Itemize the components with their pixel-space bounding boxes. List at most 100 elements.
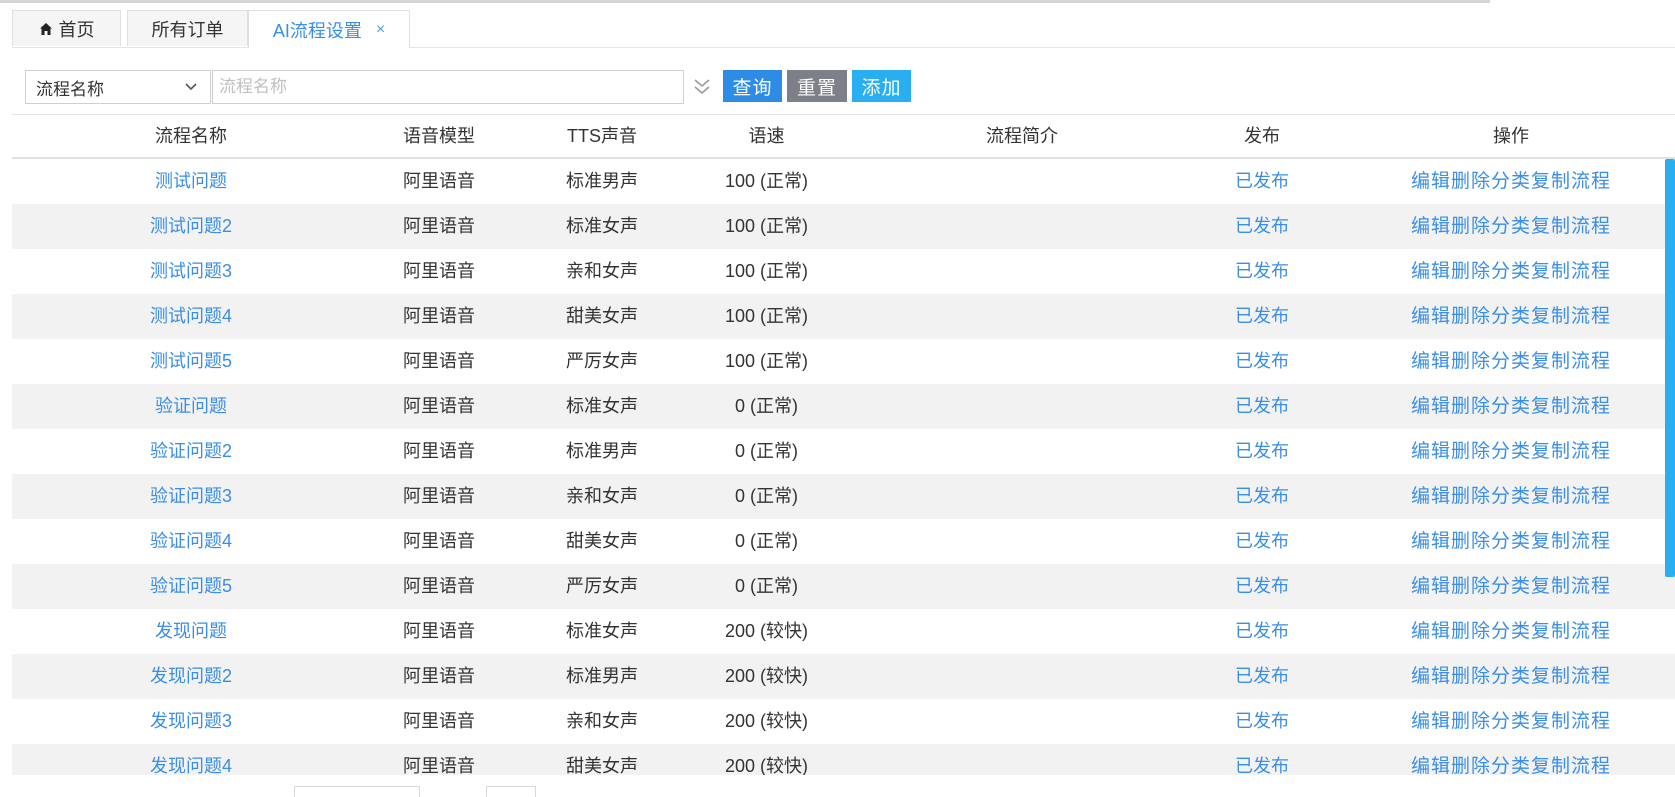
copy-flow-link[interactable]: 复制流程 bbox=[1531, 756, 1611, 775]
publish-status-link[interactable]: 已发布 bbox=[1157, 564, 1367, 609]
category-link[interactable]: 分类 bbox=[1491, 666, 1531, 687]
category-link[interactable]: 分类 bbox=[1491, 306, 1531, 327]
delete-link[interactable]: 删除 bbox=[1451, 171, 1491, 192]
column-header-speed[interactable]: 语速 bbox=[674, 115, 859, 157]
delete-link[interactable]: 删除 bbox=[1451, 666, 1491, 687]
category-link[interactable]: 分类 bbox=[1491, 351, 1531, 372]
copy-flow-link[interactable]: 复制流程 bbox=[1531, 666, 1611, 687]
copy-flow-link[interactable]: 复制流程 bbox=[1531, 531, 1611, 552]
copy-flow-link[interactable]: 复制流程 bbox=[1531, 171, 1611, 192]
copy-flow-link[interactable]: 复制流程 bbox=[1531, 261, 1611, 282]
query-button[interactable]: 查询 bbox=[723, 70, 782, 102]
edit-link[interactable]: 编辑 bbox=[1411, 486, 1451, 507]
category-link[interactable]: 分类 bbox=[1491, 531, 1531, 552]
edit-link[interactable]: 编辑 bbox=[1411, 576, 1451, 597]
delete-link[interactable]: 删除 bbox=[1451, 441, 1491, 462]
edit-link[interactable]: 编辑 bbox=[1411, 756, 1451, 775]
publish-status-link[interactable]: 已发布 bbox=[1157, 519, 1367, 564]
flow-name-link[interactable]: 测试问题3 bbox=[42, 249, 340, 294]
flow-name-link[interactable]: 验证问题4 bbox=[42, 519, 340, 564]
copy-flow-link[interactable]: 复制流程 bbox=[1531, 711, 1611, 732]
publish-status-link[interactable]: 已发布 bbox=[1157, 474, 1367, 519]
publish-status-link[interactable]: 已发布 bbox=[1157, 339, 1367, 384]
column-header-tts[interactable]: TTS声音 bbox=[512, 115, 692, 157]
vertical-scrollbar[interactable] bbox=[1665, 159, 1675, 577]
copy-flow-link[interactable]: 复制流程 bbox=[1531, 576, 1611, 597]
delete-link[interactable]: 删除 bbox=[1451, 531, 1491, 552]
publish-status-link[interactable]: 已发布 bbox=[1157, 204, 1367, 249]
delete-link[interactable]: 删除 bbox=[1451, 621, 1491, 642]
flow-name-link[interactable]: 发现问题4 bbox=[42, 744, 340, 775]
publish-status-link[interactable]: 已发布 bbox=[1157, 699, 1367, 744]
copy-flow-link[interactable]: 复制流程 bbox=[1531, 396, 1611, 417]
publish-status-link[interactable]: 已发布 bbox=[1157, 609, 1367, 654]
category-link[interactable]: 分类 bbox=[1491, 711, 1531, 732]
flow-name-link[interactable]: 测试问题4 bbox=[42, 294, 340, 339]
edit-link[interactable]: 编辑 bbox=[1411, 351, 1451, 372]
flow-name-link[interactable]: 验证问题3 bbox=[42, 474, 340, 519]
flow-name-link[interactable]: 发现问题 bbox=[42, 609, 340, 654]
close-icon[interactable]: × bbox=[376, 21, 385, 39]
page-size-select[interactable] bbox=[294, 786, 420, 797]
page-jump-input[interactable] bbox=[486, 786, 536, 797]
flow-name-link[interactable]: 测试问题 bbox=[42, 159, 340, 204]
flow-name-link[interactable]: 验证问题5 bbox=[42, 564, 340, 609]
copy-flow-link[interactable]: 复制流程 bbox=[1531, 621, 1611, 642]
delete-link[interactable]: 删除 bbox=[1451, 576, 1491, 597]
search-field-select[interactable]: 流程名称 bbox=[25, 70, 211, 104]
flow-name-link[interactable]: 发现问题2 bbox=[42, 654, 340, 699]
double-chevron-down-icon[interactable] bbox=[692, 74, 712, 100]
search-input[interactable] bbox=[212, 70, 684, 104]
publish-status-link[interactable]: 已发布 bbox=[1157, 294, 1367, 339]
copy-flow-link[interactable]: 复制流程 bbox=[1531, 486, 1611, 507]
publish-status-link[interactable]: 已发布 bbox=[1157, 159, 1367, 204]
publish-status-link[interactable]: 已发布 bbox=[1157, 744, 1367, 775]
edit-link[interactable]: 编辑 bbox=[1411, 171, 1451, 192]
publish-status-link[interactable]: 已发布 bbox=[1157, 384, 1367, 429]
copy-flow-link[interactable]: 复制流程 bbox=[1531, 441, 1611, 462]
delete-link[interactable]: 删除 bbox=[1451, 351, 1491, 372]
tab-all-orders[interactable]: 所有订单 bbox=[127, 10, 248, 46]
category-link[interactable]: 分类 bbox=[1491, 576, 1531, 597]
flow-name-link[interactable]: 发现问题3 bbox=[42, 699, 340, 744]
tab-home[interactable]: 首页 bbox=[12, 10, 121, 46]
category-link[interactable]: 分类 bbox=[1491, 441, 1531, 462]
delete-link[interactable]: 删除 bbox=[1451, 756, 1491, 775]
edit-link[interactable]: 编辑 bbox=[1411, 666, 1451, 687]
delete-link[interactable]: 删除 bbox=[1451, 261, 1491, 282]
reset-button[interactable]: 重置 bbox=[787, 70, 847, 102]
column-header-publish[interactable]: 发布 bbox=[1157, 115, 1367, 157]
category-link[interactable]: 分类 bbox=[1491, 396, 1531, 417]
edit-link[interactable]: 编辑 bbox=[1411, 306, 1451, 327]
category-link[interactable]: 分类 bbox=[1491, 621, 1531, 642]
delete-link[interactable]: 删除 bbox=[1451, 486, 1491, 507]
copy-flow-link[interactable]: 复制流程 bbox=[1531, 351, 1611, 372]
category-link[interactable]: 分类 bbox=[1491, 486, 1531, 507]
flow-name-link[interactable]: 验证问题2 bbox=[42, 429, 340, 474]
add-button[interactable]: 添加 bbox=[852, 70, 911, 102]
edit-link[interactable]: 编辑 bbox=[1411, 261, 1451, 282]
category-link[interactable]: 分类 bbox=[1491, 216, 1531, 237]
edit-link[interactable]: 编辑 bbox=[1411, 531, 1451, 552]
category-link[interactable]: 分类 bbox=[1491, 756, 1531, 775]
edit-link[interactable]: 编辑 bbox=[1411, 441, 1451, 462]
edit-link[interactable]: 编辑 bbox=[1411, 711, 1451, 732]
edit-link[interactable]: 编辑 bbox=[1411, 621, 1451, 642]
flow-name-link[interactable]: 验证问题 bbox=[42, 384, 340, 429]
publish-status-link[interactable]: 已发布 bbox=[1157, 654, 1367, 699]
tab-ai-flow-settings[interactable]: AI流程设置 × bbox=[248, 10, 410, 48]
category-link[interactable]: 分类 bbox=[1491, 261, 1531, 282]
column-header-name[interactable]: 流程名称 bbox=[42, 115, 340, 157]
publish-status-link[interactable]: 已发布 bbox=[1157, 249, 1367, 294]
copy-flow-link[interactable]: 复制流程 bbox=[1531, 306, 1611, 327]
delete-link[interactable]: 删除 bbox=[1451, 306, 1491, 327]
delete-link[interactable]: 删除 bbox=[1451, 216, 1491, 237]
category-link[interactable]: 分类 bbox=[1491, 171, 1531, 192]
column-header-model[interactable]: 语音模型 bbox=[340, 115, 538, 157]
delete-link[interactable]: 删除 bbox=[1451, 396, 1491, 417]
copy-flow-link[interactable]: 复制流程 bbox=[1531, 216, 1611, 237]
edit-link[interactable]: 编辑 bbox=[1411, 216, 1451, 237]
flow-name-link[interactable]: 测试问题2 bbox=[42, 204, 340, 249]
column-header-desc[interactable]: 流程简介 bbox=[872, 115, 1172, 157]
delete-link[interactable]: 删除 bbox=[1451, 711, 1491, 732]
